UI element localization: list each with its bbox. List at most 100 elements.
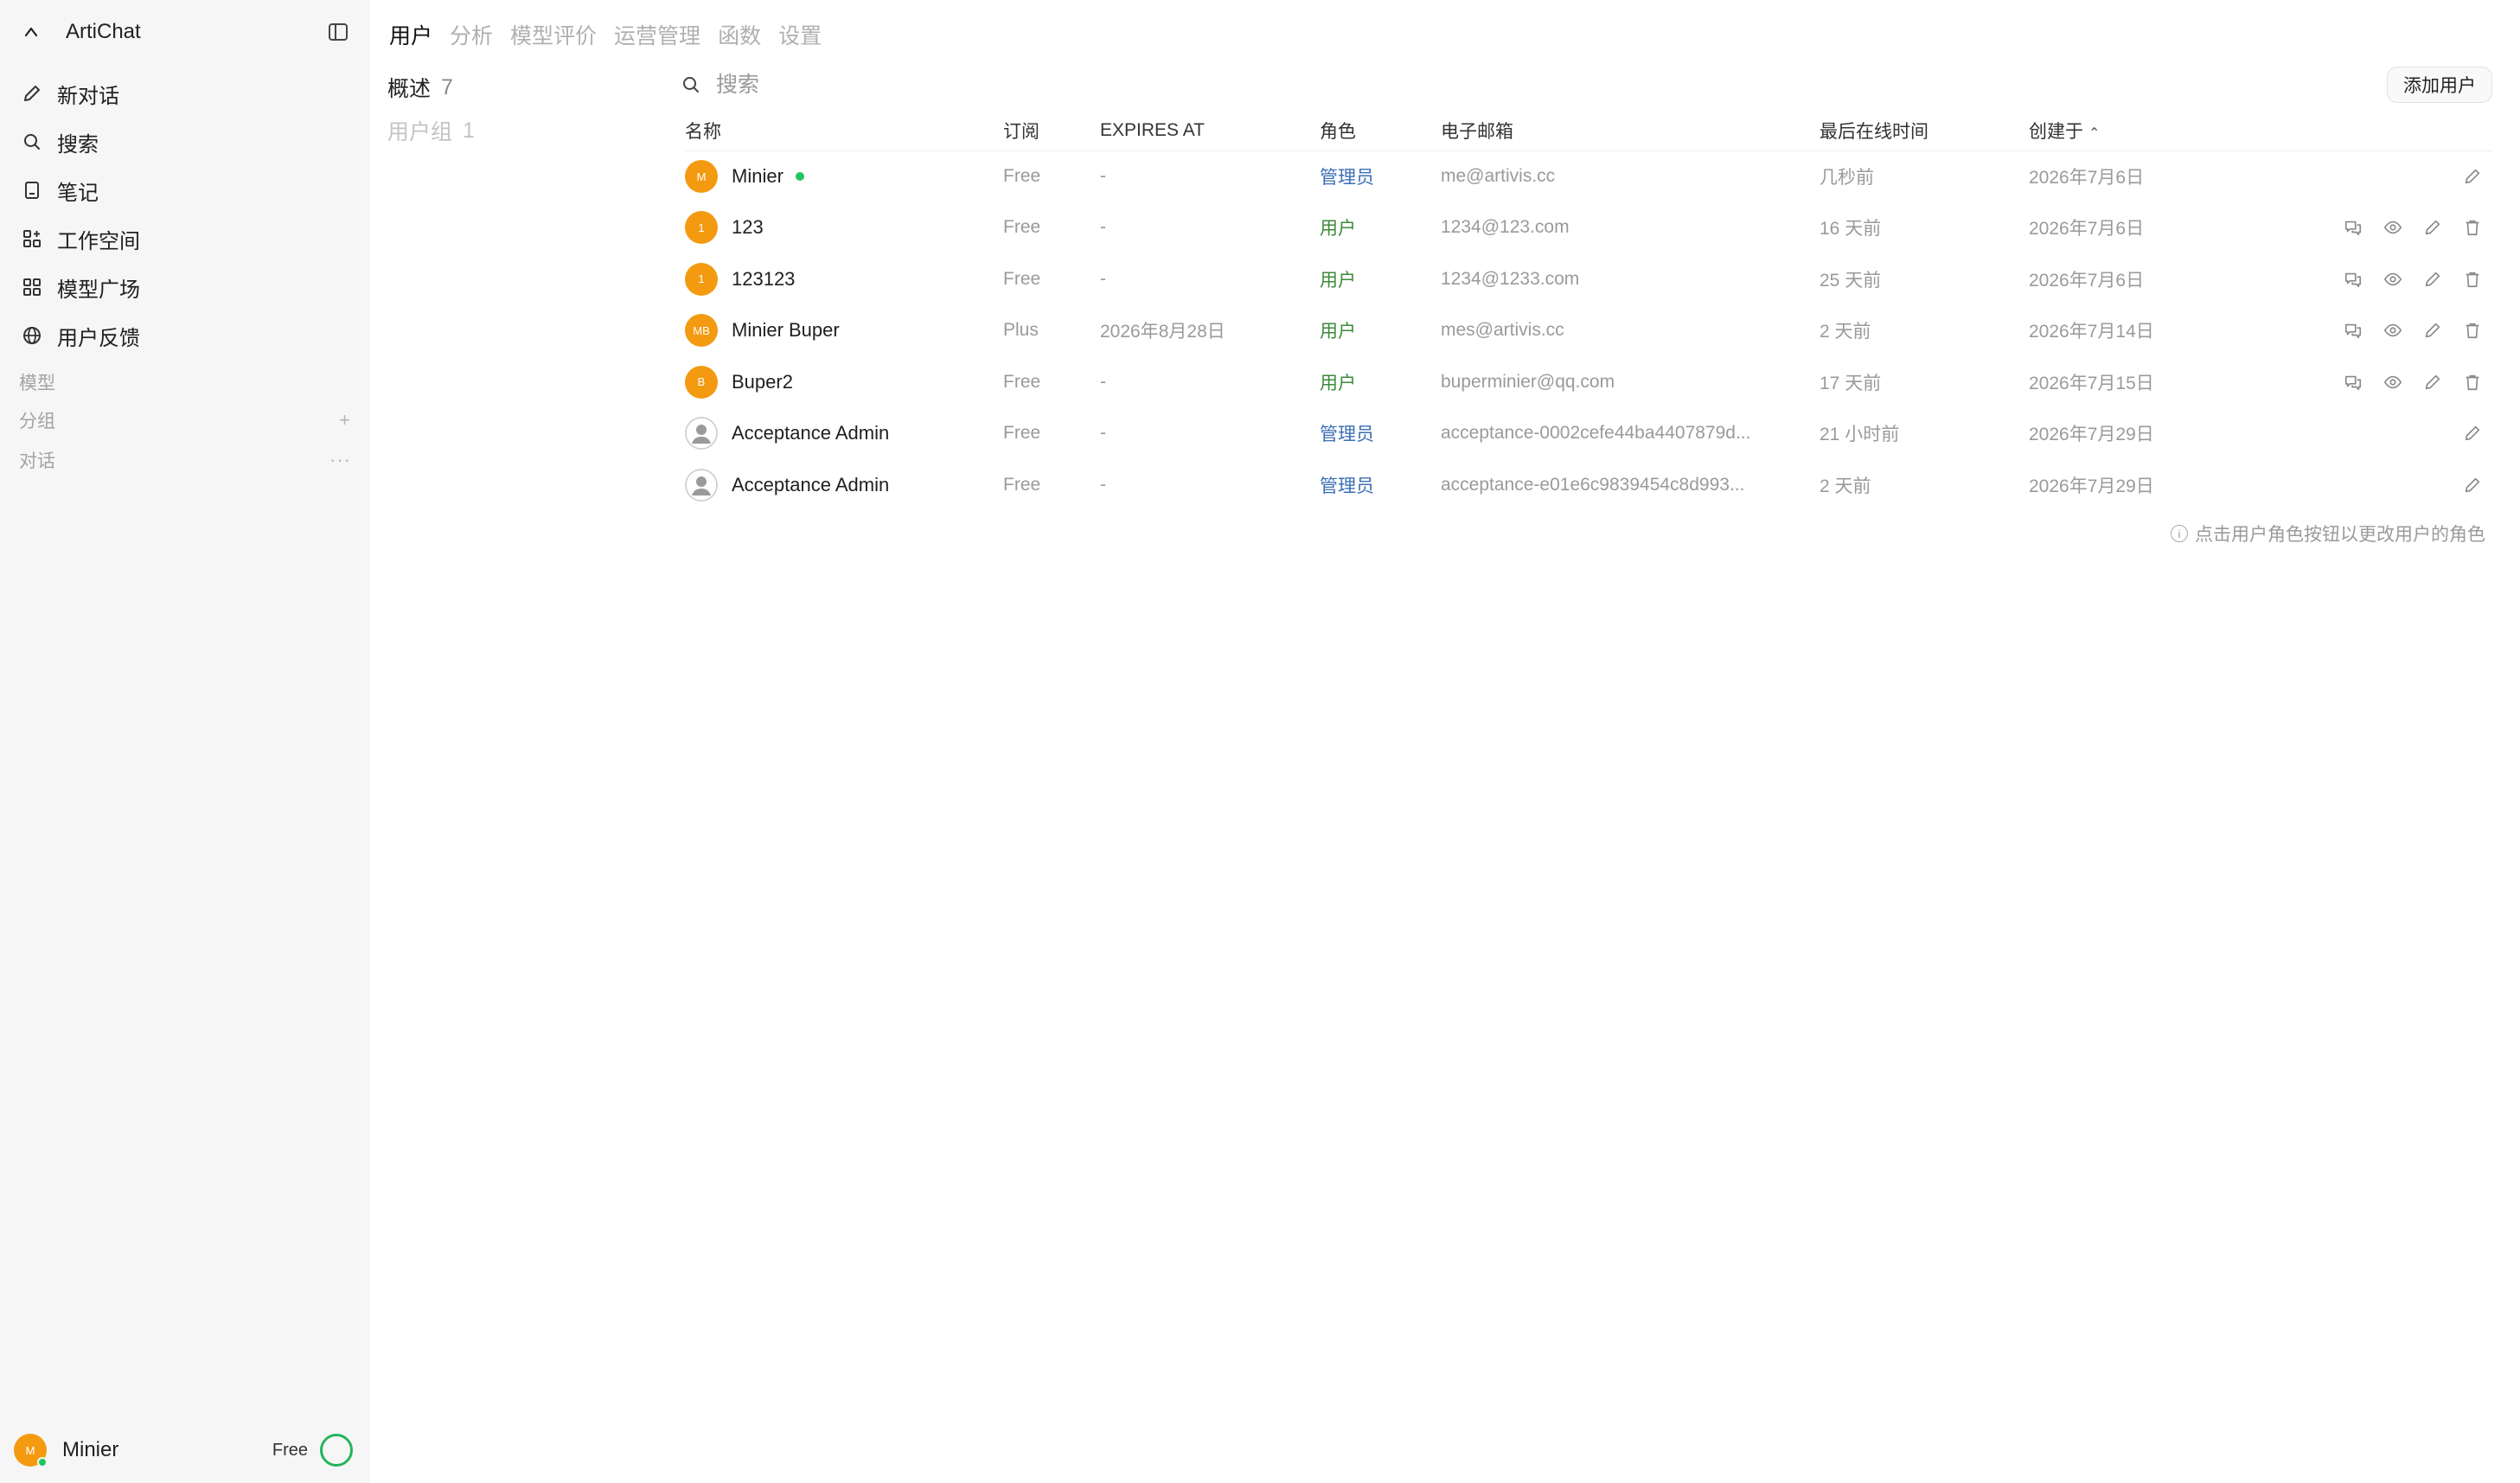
grid-icon: [21, 276, 43, 298]
sidebar-section-chats[interactable]: 对话 ···: [19, 443, 351, 477]
subnav-label: 概述: [387, 77, 432, 101]
sort-ascending-icon: ⌃: [2088, 125, 2101, 141]
avatar: M: [14, 1434, 48, 1467]
tab-analytics[interactable]: 分析: [450, 19, 493, 50]
role-button[interactable]: 管理员: [1320, 425, 1374, 444]
cell-created: 2026年7月29日: [2029, 476, 2154, 496]
avatar: 1: [685, 211, 718, 245]
trash-icon[interactable]: [2461, 216, 2484, 239]
edit-icon[interactable]: [2421, 216, 2444, 239]
sidebar-item-label: 工作空间: [57, 229, 140, 253]
column-header-expires[interactable]: EXPIRES AT: [1100, 111, 1320, 150]
role-button[interactable]: 用户: [1320, 374, 1356, 393]
sidebar-item-search[interactable]: 搜索: [17, 118, 353, 166]
cell-email: buperminier@qq.com: [1441, 371, 1615, 392]
cell-name: Acceptance Admin: [685, 459, 1003, 511]
role-hint: i 点击用户角色按钮以更改用户的角色: [2171, 521, 2485, 547]
edit-icon[interactable]: [2461, 422, 2484, 444]
edit-icon[interactable]: [2421, 319, 2444, 342]
user-name: Acceptance Admin: [732, 473, 890, 495]
sidebar-section-groups[interactable]: 分组 +: [19, 403, 351, 438]
trash-icon[interactable]: [2461, 268, 2484, 291]
sidebar-item-notes[interactable]: 笔记: [17, 166, 353, 214]
sidebar-item-label: 模型广场: [57, 278, 140, 302]
main-content: 用户 分析 模型评价 运营管理 函数 设置 概述 7 用户组 1 添加用户: [370, 0, 2520, 1483]
eye-icon[interactable]: [2382, 319, 2404, 342]
cell-actions: [2228, 253, 2492, 305]
chat-icon[interactable]: [2342, 319, 2364, 342]
chat-icon[interactable]: [2342, 371, 2364, 393]
eye-icon[interactable]: [2382, 268, 2404, 291]
cell-role: 用户: [1320, 356, 1441, 408]
edit-icon[interactable]: [2421, 268, 2444, 291]
column-header-created[interactable]: 创建于 ⌃: [2029, 111, 2228, 150]
sidebar-section-models[interactable]: 模型: [19, 365, 351, 400]
search-input[interactable]: [716, 72, 1408, 98]
column-header-last-active[interactable]: 最后在线时间: [1820, 111, 2029, 150]
cell-expires: -: [1100, 474, 1106, 495]
admin-tabs: 用户 分析 模型评价 运营管理 函数 设置: [389, 17, 839, 52]
section-label: 分组: [19, 412, 55, 431]
sidebar-item-label: 笔记: [57, 181, 99, 205]
usage-ring-icon[interactable]: [320, 1434, 353, 1467]
subnav-user-groups[interactable]: 用户组 1: [387, 109, 647, 152]
role-button[interactable]: 用户: [1320, 219, 1356, 239]
user-menu[interactable]: M Minier Free: [14, 1431, 353, 1469]
role-button[interactable]: 管理员: [1320, 168, 1374, 188]
users-toolbar: 添加用户: [680, 66, 2492, 104]
chat-icon[interactable]: [2342, 216, 2364, 239]
subnav-overview[interactable]: 概述 7: [387, 66, 647, 109]
column-header-email[interactable]: 电子邮箱: [1441, 111, 1820, 150]
cell-created: 2026年7月14日: [2029, 322, 2154, 342]
sidebar-item-workspace[interactable]: 工作空间: [17, 214, 353, 263]
sidebar-item-model-market[interactable]: 模型广场: [17, 263, 353, 311]
cell-email: 1234@123.com: [1441, 217, 1570, 238]
edit-icon[interactable]: [2461, 165, 2484, 188]
info-icon: i: [2171, 525, 2188, 542]
avatar-initial: 1: [698, 221, 705, 234]
tab-settings[interactable]: 设置: [778, 19, 822, 50]
role-button[interactable]: 用户: [1320, 322, 1356, 342]
user-name: Acceptance Admin: [732, 422, 890, 444]
sidebar-toggle-icon[interactable]: [327, 21, 349, 43]
table-row: B Buper2 Free - 用户 buperminier@qq.com 17…: [685, 356, 2492, 408]
sidebar-item-new-chat[interactable]: 新对话: [17, 69, 353, 118]
logo-icon[interactable]: [21, 22, 42, 42]
tab-users[interactable]: 用户: [389, 19, 432, 50]
cell-name: 1 123: [685, 202, 1003, 254]
column-header-role[interactable]: 角色: [1320, 111, 1441, 150]
tab-model-evaluation[interactable]: 模型评价: [510, 19, 597, 50]
tab-operations[interactable]: 运营管理: [614, 19, 700, 50]
cell-email: mes@artivis.cc: [1441, 320, 1564, 341]
sidebar-item-label: 新对话: [57, 84, 119, 108]
add-user-button[interactable]: 添加用户: [2387, 67, 2492, 103]
cell-name: MB Minier Buper: [685, 305, 1003, 357]
chat-icon[interactable]: [2342, 268, 2364, 291]
edit-icon[interactable]: [2461, 474, 2484, 496]
trash-icon[interactable]: [2461, 319, 2484, 342]
cell-role: 管理员: [1320, 459, 1441, 511]
cell-subscription: Free: [1003, 217, 1041, 238]
cell-subscription: Free: [1003, 268, 1041, 289]
column-header-subscription[interactable]: 订阅: [1003, 111, 1100, 150]
table-row: M Minier Free - 管理员 me@artivis.cc 几秒前 20…: [685, 150, 2492, 202]
more-options-icon[interactable]: ···: [329, 449, 351, 471]
eye-icon[interactable]: [2382, 371, 2404, 393]
trash-icon[interactable]: [2461, 371, 2484, 393]
section-label: 模型: [19, 374, 55, 393]
subnav-label: 用户组: [387, 120, 453, 144]
eye-icon[interactable]: [2382, 216, 2404, 239]
hint-text: 点击用户角色按钮以更改用户的角色: [2195, 525, 2485, 545]
edit-icon[interactable]: [2421, 371, 2444, 393]
add-group-icon[interactable]: +: [339, 409, 351, 431]
role-button[interactable]: 管理员: [1320, 476, 1374, 496]
table-row: 1 123123 Free - 用户 1234@1233.com 25 天前 2…: [685, 253, 2492, 305]
role-button[interactable]: 用户: [1320, 271, 1356, 291]
cell-last-active: 2 天前: [1820, 322, 1871, 342]
workspace-icon: [21, 227, 43, 250]
column-header-name[interactable]: 名称: [685, 111, 1003, 150]
sidebar-item-feedback[interactable]: 用户反馈: [17, 311, 353, 360]
sidebar: ArtiChat 新对话 搜索 笔记 工作空间 模型广场 用户反馈 模型 分组 …: [0, 0, 370, 1483]
user-name: Minier: [62, 1438, 119, 1461]
tab-functions[interactable]: 函数: [718, 19, 761, 50]
